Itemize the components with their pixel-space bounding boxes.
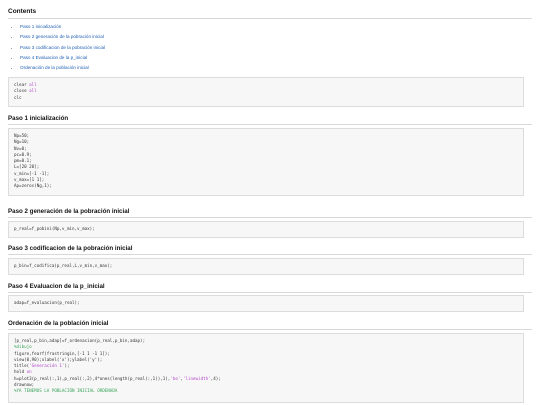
toc-link[interactable]: Ordenación de la población inicial [20,65,89,70]
section-heading: Paso 4 Evaluacion de la p_inicial [8,283,532,293]
code-block-paso4: adap=f_evaluacion(p_real); [8,295,524,312]
toc-item[interactable]: Paso 2 generación de la pobración inicia… [20,32,532,42]
section-heading: Ordenación de la población inicial [8,320,532,330]
toc-link[interactable]: Paso 3 codificacion de la pobración inic… [20,45,105,50]
toc-item[interactable]: Paso 1 inicialización [20,22,532,32]
contents-heading: Contents [8,8,37,15]
code-block-paso1: Np=50; Ng=10; Nv=0; pc=0.9; pm=0.1; L=[2… [8,128,524,196]
toc-link[interactable]: Paso 1 inicialización [20,24,61,29]
code-block-ordenacion: [p_real,p_bin,adap]=f_ordenacion(p_real,… [8,333,524,403]
section-heading: Paso 1 inicialización [8,115,532,125]
section-heading: Paso 2 generación de la pobración inicia… [8,208,532,218]
toc-link[interactable]: Paso 2 generación de la pobración inicia… [20,34,104,39]
code-block-init: clear all close all clc [8,77,524,107]
code-block-paso2: p_real=f_pobini(Np,v_min,v_max); [8,221,524,238]
toc-item[interactable]: Ordenación de la población inicial [20,63,532,73]
table-of-contents: Paso 1 inicialización Paso 2 generación … [8,18,532,73]
toc-item[interactable]: Paso 3 codificacion de la pobración inic… [20,43,532,53]
toc-link[interactable]: Paso 4 Evaluacion de la p_inicial [20,55,87,60]
section-heading: Paso 3 codificacion de la pobración inic… [8,245,532,255]
code-block-paso3: p_bin=f_codifica(p_real,L,v_min,v_max); [8,258,524,275]
toc-item[interactable]: Paso 4 Evaluacion de la p_inicial [20,53,532,63]
page: Contents Paso 1 inicialización Paso 2 ge… [0,0,540,405]
